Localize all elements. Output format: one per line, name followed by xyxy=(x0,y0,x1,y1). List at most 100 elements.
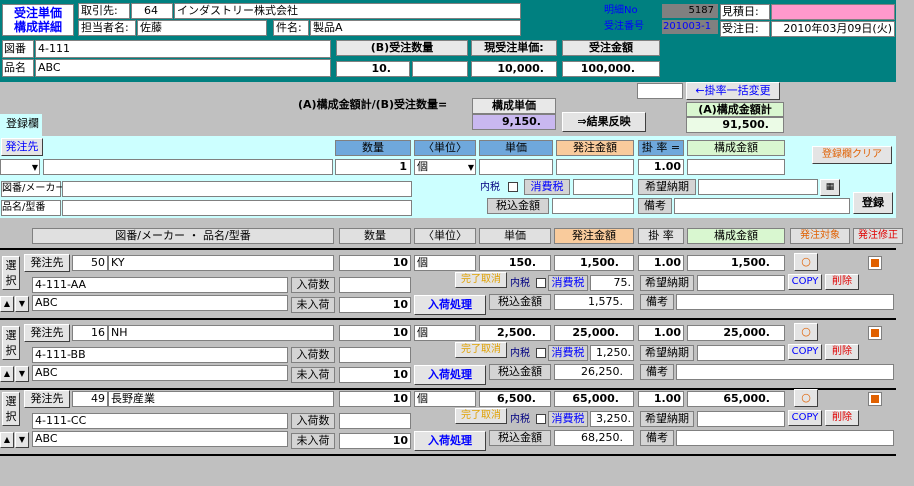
row-remarks-field[interactable] xyxy=(676,294,894,310)
price-field[interactable]: 10,000. xyxy=(471,61,557,77)
row-tax-incl-checkbox[interactable] xyxy=(536,414,546,424)
row-minyuka-value[interactable]: 10 xyxy=(339,433,411,449)
row-zuban[interactable]: 4-111-CC xyxy=(32,413,288,429)
row-done-cancel-button[interactable]: 完了取消 xyxy=(455,342,507,358)
select-button[interactable]: 選択 xyxy=(2,326,20,360)
row-copy-button[interactable]: COPY xyxy=(788,410,822,426)
entry-supplier-button[interactable]: 発注先 xyxy=(1,138,43,156)
row-hinmei[interactable]: ABC xyxy=(32,295,288,311)
torihiki-name-field[interactable]: インダストリー株式会社 xyxy=(174,3,521,19)
torihiki-code-field[interactable]: 64 xyxy=(131,3,173,19)
row-minyuka-value[interactable]: 10 xyxy=(339,297,411,313)
row-tax-value[interactable]: 75. xyxy=(590,275,634,291)
row-nyuka-field[interactable] xyxy=(339,413,411,429)
row-comp-amount[interactable]: 1,500. xyxy=(687,255,785,271)
row-supplier-code[interactable]: 50 xyxy=(72,255,108,271)
row-qty[interactable]: 10 xyxy=(339,255,411,271)
juchu-date-field[interactable]: 2010年03月09日(火) xyxy=(771,21,895,37)
row-nyuka-button[interactable]: 入荷処理 xyxy=(414,431,486,451)
entry-hope-date-field[interactable] xyxy=(698,179,818,195)
row-total-value[interactable]: 68,250. xyxy=(554,430,634,446)
entry-rate-field[interactable]: 1.00 xyxy=(638,159,684,175)
row-hope-date-field[interactable] xyxy=(697,275,785,291)
row-total-value[interactable]: 26,250. xyxy=(554,364,634,380)
row-remarks-field[interactable] xyxy=(676,430,894,446)
entry-hin-kata-field[interactable] xyxy=(62,200,412,216)
qty-blank-field[interactable] xyxy=(412,61,468,77)
entry-tab[interactable]: 登録欄 xyxy=(0,114,42,136)
move-down-icon[interactable]: ▼ xyxy=(15,366,29,382)
move-down-icon[interactable]: ▼ xyxy=(15,432,29,448)
row-done-cancel-button[interactable]: 完了取消 xyxy=(455,272,507,288)
row-nyuka-field[interactable] xyxy=(339,347,411,363)
row-supplier-button[interactable]: 発注先 xyxy=(24,254,70,272)
row-remarks-field[interactable] xyxy=(676,364,894,380)
row-rate[interactable]: 1.00 xyxy=(638,391,684,407)
move-up-icon[interactable]: ▲ xyxy=(0,366,14,382)
amount-field[interactable]: 100,000. xyxy=(562,61,660,77)
row-nyuka-button[interactable]: 入荷処理 xyxy=(414,365,486,385)
row-tax-value[interactable]: 3,250. xyxy=(590,411,634,427)
row-comp-amount[interactable]: 25,000. xyxy=(687,325,785,341)
row-rate[interactable]: 1.00 xyxy=(638,325,684,341)
hinmei-field[interactable]: ABC xyxy=(35,59,331,77)
entry-qty-field[interactable]: 1 xyxy=(335,159,411,175)
row-copy-button[interactable]: COPY xyxy=(788,274,822,290)
register-button[interactable]: 登録 xyxy=(853,192,893,214)
row-price[interactable]: 150. xyxy=(479,255,551,271)
entry-tax-incl-checkbox[interactable] xyxy=(508,182,518,192)
row-supplier-button[interactable]: 発注先 xyxy=(24,324,70,342)
row-nyuka-button[interactable]: 入荷処理 xyxy=(414,295,486,315)
row-supplier-name[interactable]: 長野産業 xyxy=(108,391,334,407)
entry-tax-field[interactable] xyxy=(573,179,633,195)
row-comp-amount[interactable]: 65,000. xyxy=(687,391,785,407)
row-delete-button[interactable]: 削除 xyxy=(825,274,859,290)
row-price[interactable]: 6,500. xyxy=(479,391,551,407)
row-unit[interactable]: 個 xyxy=(414,255,476,271)
zuban-field[interactable]: 4-111 xyxy=(35,40,331,58)
row-delete-button[interactable]: 削除 xyxy=(825,410,859,426)
row-nyuka-field[interactable] xyxy=(339,277,411,293)
row-hinmei[interactable]: ABC xyxy=(32,431,288,447)
entry-supplier-select[interactable]: ▼ xyxy=(0,159,40,175)
order-fix-square-icon[interactable] xyxy=(868,326,882,340)
chevron-down-icon[interactable]: ▼ xyxy=(468,161,474,174)
row-zuban[interactable]: 4-111-AA xyxy=(32,277,288,293)
order-fix-square-icon[interactable] xyxy=(868,256,882,270)
qty-field[interactable]: 10. xyxy=(336,61,410,77)
row-copy-button[interactable]: COPY xyxy=(788,344,822,360)
row-rate[interactable]: 1.00 xyxy=(638,255,684,271)
row-supplier-name[interactable]: NH xyxy=(108,325,334,341)
entry-price-field[interactable] xyxy=(479,159,553,175)
order-fix-square-icon[interactable] xyxy=(868,392,882,406)
reflect-button[interactable]: ⇒結果反映 xyxy=(562,112,646,132)
row-hinmei[interactable]: ABC xyxy=(32,365,288,381)
entry-supplier-name[interactable] xyxy=(43,159,333,175)
chevron-down-icon[interactable]: ▼ xyxy=(32,161,38,174)
entry-clear-button[interactable]: 登録欄クリア xyxy=(812,146,892,164)
entry-zuban-maker-field[interactable] xyxy=(62,181,412,197)
entry-remarks-field[interactable] xyxy=(674,198,850,214)
entry-tax-incl-amount-field[interactable] xyxy=(552,198,634,214)
row-done-cancel-button[interactable]: 完了取消 xyxy=(455,408,507,424)
move-up-icon[interactable]: ▲ xyxy=(0,296,14,312)
row-order-amount[interactable]: 25,000. xyxy=(554,325,634,341)
row-hope-date-field[interactable] xyxy=(697,345,785,361)
row-tax-value[interactable]: 1,250. xyxy=(590,345,634,361)
row-price[interactable]: 2,500. xyxy=(479,325,551,341)
row-supplier-button[interactable]: 発注先 xyxy=(24,390,70,408)
entry-order-amount-field[interactable] xyxy=(556,159,634,175)
order-target-circle-icon[interactable]: ○ xyxy=(794,389,818,407)
row-unit[interactable]: 個 xyxy=(414,325,476,341)
order-target-circle-icon[interactable]: ○ xyxy=(794,323,818,341)
select-button[interactable]: 選択 xyxy=(2,392,20,426)
row-unit[interactable]: 個 xyxy=(414,391,476,407)
calendar-icon[interactable]: ▦ xyxy=(820,179,840,196)
kenmei-field[interactable]: 製品A xyxy=(310,20,521,36)
row-minyuka-value[interactable]: 10 xyxy=(339,367,411,383)
rate-input[interactable] xyxy=(637,83,683,99)
row-zuban[interactable]: 4-111-BB xyxy=(32,347,288,363)
order-target-circle-icon[interactable]: ○ xyxy=(794,253,818,271)
row-tax-incl-checkbox[interactable] xyxy=(536,348,546,358)
select-button[interactable]: 選択 xyxy=(2,256,20,290)
